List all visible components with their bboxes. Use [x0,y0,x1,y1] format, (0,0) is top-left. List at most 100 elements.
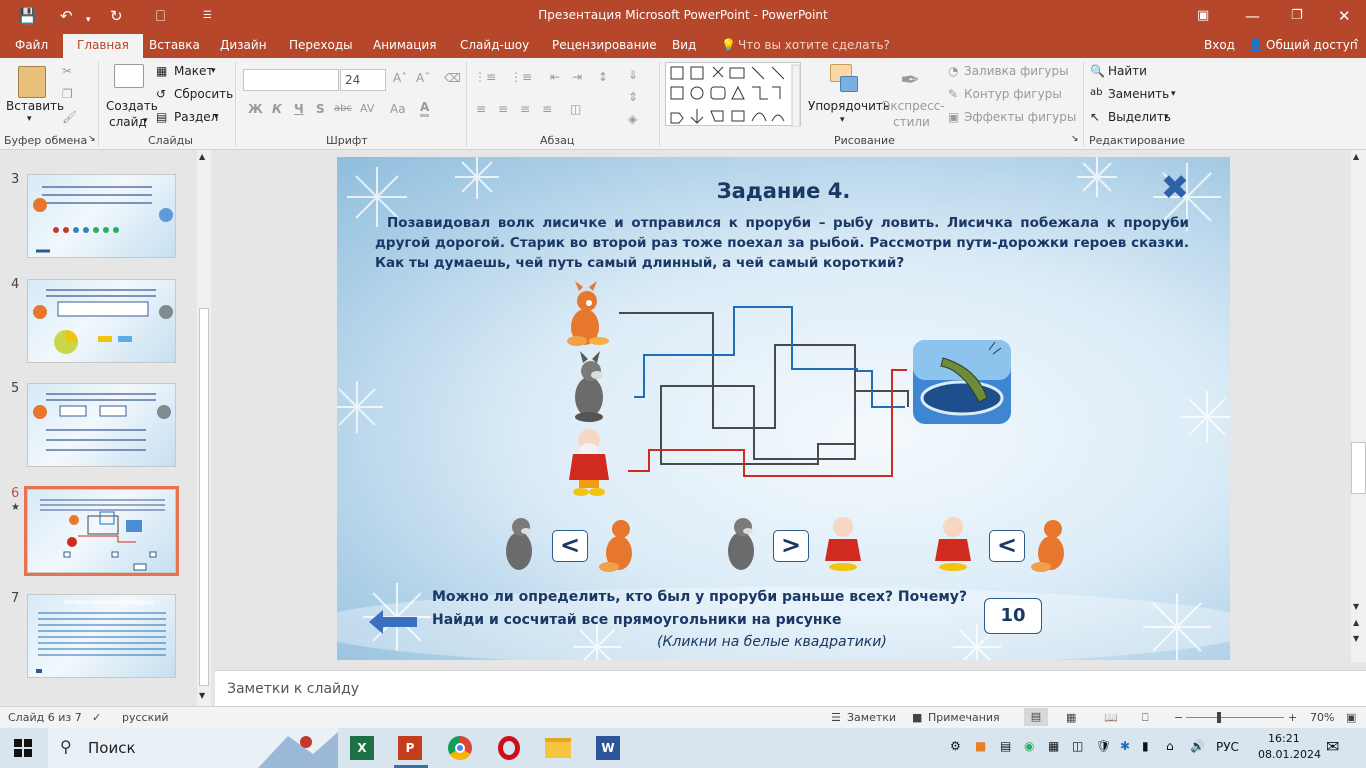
sign-in-link[interactable]: Вход [1204,38,1235,52]
slide-canvas[interactable]: Задание 4. ✖ Позавидовал волк лисичке и … [337,157,1230,660]
tab-review[interactable]: Рецензирование [552,38,657,52]
tray-bluetooth-icon[interactable]: ✱ [1120,739,1130,753]
notes-toggle-button[interactable]: Заметки [847,711,896,724]
align-left-icon[interactable]: ≡ [476,102,486,116]
scroll-down-icon[interactable]: ▼ [1353,602,1359,611]
tray-date[interactable]: 08.01.2024 [1258,748,1321,761]
notifications-icon[interactable]: ✉ [1326,737,1339,756]
normal-view-icon[interactable]: ▤ [1024,708,1048,726]
shape-outline-button[interactable]: Контур фигуры [964,87,1062,101]
zoom-slider[interactable] [1186,717,1284,718]
shape-effects-button[interactable]: Эффекты фигуры [964,110,1076,124]
layout-button[interactable]: Макет [174,64,213,78]
taskbar-search-box[interactable]: ⚲ Поиск [48,728,338,768]
slideshow-view-icon[interactable]: ⎕ [1142,711,1149,725]
slide-scrollbar[interactable]: ▲ ▼ ▲ ▼ [1351,150,1366,662]
tab-home[interactable]: Главная [63,34,143,58]
align-right-icon[interactable]: ≡ [520,102,530,116]
tray-app-icon-1[interactable]: ⚙ [950,739,961,753]
strikethrough-button[interactable]: abc [334,103,352,114]
underline-button[interactable]: Ч [294,102,304,116]
font-name-input[interactable] [243,69,339,91]
shapes-gallery[interactable] [665,62,801,128]
quick-styles-button[interactable]: Экспресс- [882,99,945,113]
ribbon-options-icon[interactable]: ▣ [1197,6,1209,26]
tray-time[interactable]: 16:21 [1268,732,1300,745]
notes-placeholder[interactable]: Заметки к слайду [227,681,359,697]
decrease-indent-icon[interactable]: ⇤ [550,70,560,84]
share-button[interactable]: Общий доступ [1266,38,1358,52]
tray-language[interactable]: РУС [1216,740,1239,754]
compare-box-2[interactable]: > [773,530,809,562]
section-dropdown-icon[interactable]: ▾ [214,112,219,122]
paste-button[interactable]: Вставить [6,99,64,113]
tray-app-icon-5[interactable]: ◫ [1072,739,1083,753]
drawing-launcher-icon[interactable]: ↘ [1071,134,1079,144]
tray-nvidia-icon[interactable]: ◉ [1024,739,1034,753]
align-text-icon[interactable]: ⇕ [628,90,638,104]
text-direction-icon[interactable]: ⇓ [628,68,638,82]
previous-slide-icon[interactable]: ▲ [1353,618,1359,627]
tab-view[interactable]: Вид [672,38,696,52]
font-size-input[interactable]: 24 [340,69,386,91]
clipboard-launcher-icon[interactable]: ↘ [88,134,96,144]
restore-icon[interactable]: ❐ [1291,6,1303,26]
tray-app-icon-3[interactable]: ▤ [1000,739,1011,753]
thumbnails-scroll-thumb[interactable] [199,308,209,686]
arrange-button[interactable]: Упорядочить [808,99,890,113]
cut-icon[interactable]: ✂ [62,64,72,78]
thumbnail-slide-3[interactable] [27,174,176,258]
opera-icon[interactable] [498,736,520,760]
tab-slideshow[interactable]: Слайд-шоу [460,38,529,52]
line-spacing-icon[interactable]: ↕ [598,70,608,84]
shadow-button[interactable]: S [316,102,325,116]
powerpoint-icon[interactable]: P [398,736,422,760]
replace-dropdown-icon[interactable]: ▾ [1171,89,1176,99]
answer-box[interactable]: 10 [984,598,1042,634]
excel-icon[interactable]: X [350,736,374,760]
compare-box-1[interactable]: < [552,530,588,562]
layout-dropdown-icon[interactable]: ▾ [211,66,216,76]
tray-battery-icon[interactable]: ▮ [1142,739,1149,753]
file-explorer-icon[interactable] [545,738,571,758]
tab-file[interactable]: Файл [15,38,48,52]
align-center-icon[interactable]: ≡ [498,102,508,116]
tray-app-icon-4[interactable]: ▦ [1048,739,1059,753]
paste-dropdown-icon[interactable]: ▾ [27,114,32,124]
find-button[interactable]: Найти [1108,64,1147,78]
arrange-dropdown-icon[interactable]: ▾ [840,115,845,125]
zoom-out-icon[interactable]: − [1174,711,1183,724]
thumbnail-slide-5[interactable] [27,383,176,467]
thumbnails-scrollbar[interactable]: ▲ ▼ [197,150,211,706]
next-slide-icon[interactable]: ▼ [1353,634,1359,643]
spacing-button[interactable]: AV [360,102,374,115]
tab-design[interactable]: Дизайн [220,38,267,52]
tray-app-icon-2[interactable]: ■ [975,739,986,753]
shape-fill-button[interactable]: Заливка фигуры [964,64,1069,78]
numbering-icon[interactable]: ⋮≡ [510,70,532,84]
thumbnail-slide-7[interactable]: Использованные ресурсы [27,594,176,678]
new-slide-icon[interactable] [114,64,144,88]
scroll-up-icon[interactable]: ▲ [199,152,205,161]
tell-me-input[interactable]: Что вы хотите сделать? [738,38,890,52]
section-button[interactable]: Раздел [174,110,218,124]
tab-transitions[interactable]: Переходы [289,38,353,52]
fit-slide-icon[interactable]: ▣ [1346,711,1356,724]
scroll-up-icon[interactable]: ▲ [1353,152,1359,161]
spellcheck-icon[interactable]: ✓ [92,711,101,724]
smartart-icon[interactable]: ◈ [628,112,637,126]
taskbar-search-label[interactable]: Поиск [88,739,136,757]
word-icon[interactable]: W [596,736,620,760]
chrome-icon[interactable] [448,736,472,760]
collapse-ribbon-icon[interactable]: ⌃ [1352,38,1360,49]
thumbnail-slide-4[interactable] [27,279,176,363]
language-indicator[interactable]: русский [122,711,169,724]
paste-icon[interactable] [18,66,46,98]
copy-icon[interactable]: ❐ [62,87,73,101]
font-color-icon[interactable]: A [420,100,430,117]
quick-styles-label[interactable]: стили [893,115,930,129]
increase-indent-icon[interactable]: ⇥ [572,70,582,84]
comments-button[interactable]: Примечания [928,711,1000,724]
select-dropdown-icon[interactable]: ▾ [1164,112,1169,122]
columns-icon[interactable]: ◫ [570,102,581,116]
